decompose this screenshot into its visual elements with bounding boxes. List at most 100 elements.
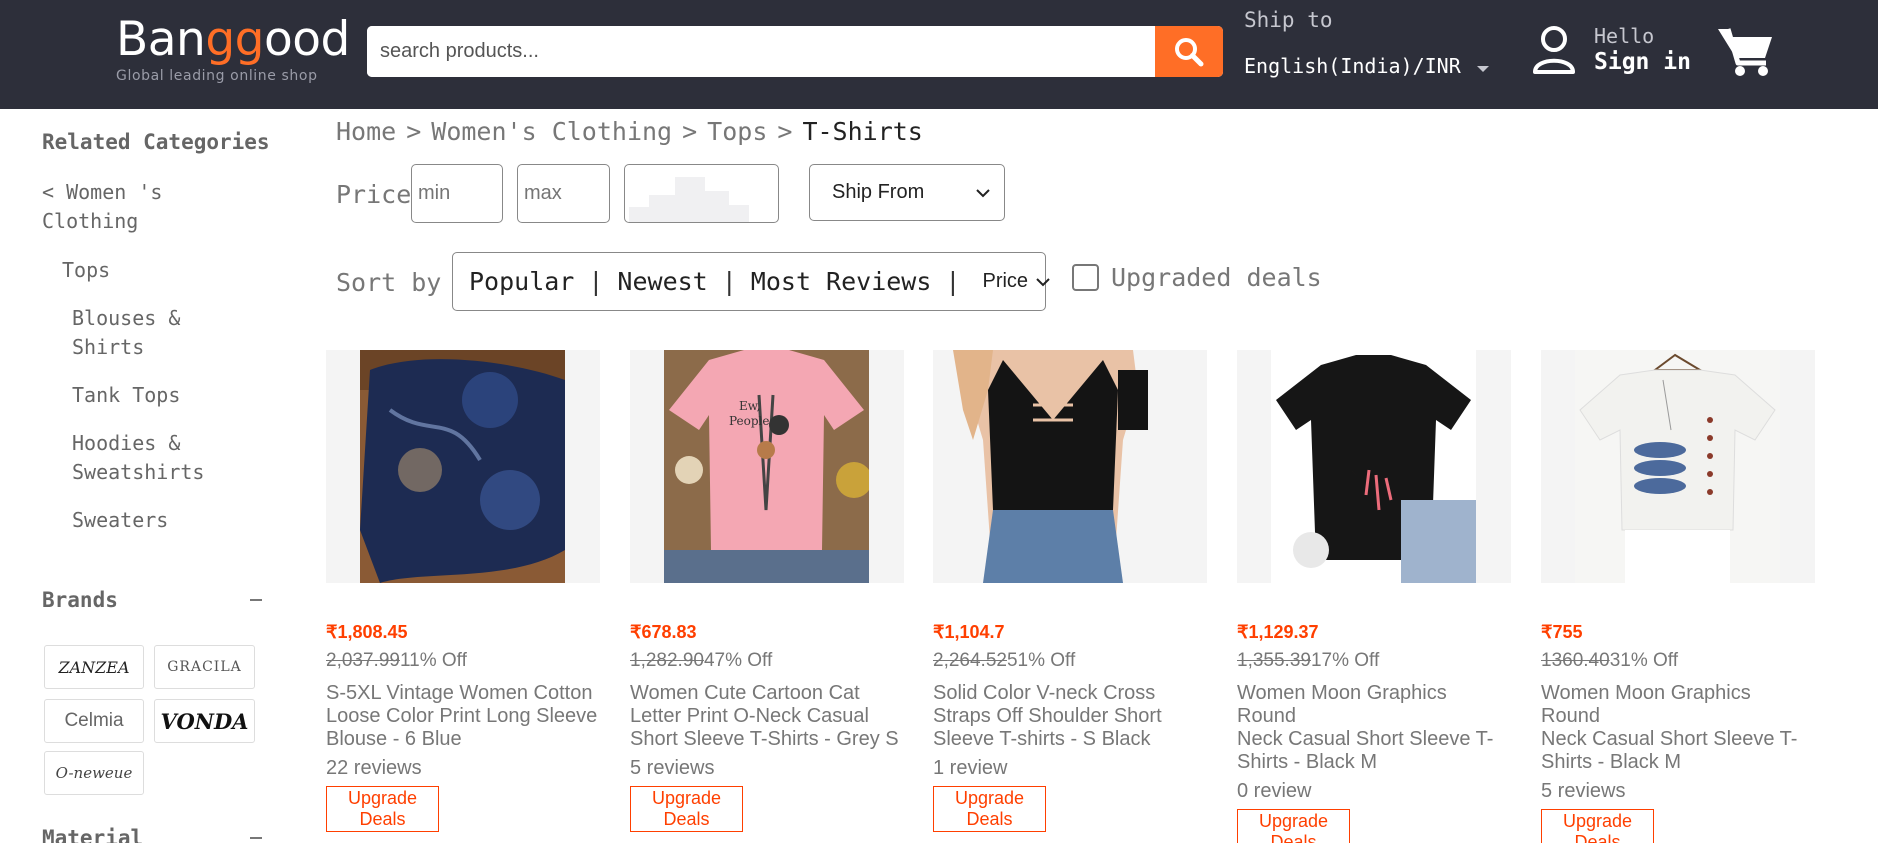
breadcrumb-home[interactable]: Home	[336, 117, 396, 146]
brand-gracila[interactable]: GRACILA	[154, 645, 255, 689]
sort-options: Popular | Newest | Most Reviews | Price	[452, 252, 1050, 311]
sort-price-select[interactable]: Price	[982, 270, 1050, 293]
product-reviews[interactable]: 0 review	[1237, 780, 1511, 803]
product-title-line: Loose Color Print Long Sleeve	[326, 705, 598, 727]
product-card[interactable]: ₹1,129.37 1,355.3917% Off Women Moon Gra…	[1237, 350, 1511, 843]
breadcrumb-tops[interactable]: Tops	[707, 117, 767, 146]
product-title-line: S-5XL Vintage Women Cotton	[326, 682, 593, 704]
upgrade-deals-line: Deals	[359, 809, 406, 829]
search-button[interactable]	[1155, 26, 1223, 77]
product-image[interactable]	[933, 350, 1207, 583]
sort-most-reviews[interactable]: Most Reviews	[751, 267, 932, 296]
price-histogram[interactable]	[624, 164, 779, 223]
product-image[interactable]: Ew, People	[630, 350, 904, 583]
sidebar-link-womens-clothing[interactable]: < Women 's Clothing	[42, 178, 272, 236]
brand-zanzea[interactable]: ZANZEA	[44, 645, 144, 689]
cart-button[interactable]	[1716, 25, 1774, 82]
product-image[interactable]	[1541, 350, 1815, 583]
sidebar-item-hoodies-sweatshirts[interactable]: Hoodies & Sweatshirts	[72, 429, 272, 487]
upgrade-deals-button[interactable]: Upgrade Deals	[630, 786, 743, 832]
product-price: ₹1,808.45	[326, 622, 408, 642]
product-reviews[interactable]: 5 reviews	[1541, 780, 1815, 803]
product-original-price: 2,264.52	[933, 650, 1007, 671]
product-image[interactable]	[1237, 350, 1511, 583]
brand-vonda[interactable]: VONDA	[154, 699, 255, 743]
breadcrumb-womens-clothing[interactable]: Women's Clothing	[431, 117, 672, 146]
upgrade-deals-button[interactable]: Upgrade Deals	[1237, 809, 1350, 843]
product-original-price: 1,282.90	[630, 650, 704, 671]
product-card[interactable]: ₹1,808.45 2,037.9911% Off S-5XL Vintage …	[326, 350, 600, 832]
sidebar-item-label: Hoodies &	[72, 431, 181, 455]
sort-by-label: Sort by	[336, 268, 442, 297]
upgrade-deals-line: Upgrade	[347, 788, 418, 808]
hello-label: Hello	[1594, 24, 1655, 48]
collapse-icon[interactable]	[250, 837, 262, 839]
svg-text:People: People	[729, 414, 769, 428]
svg-text:Ew,: Ew,	[739, 399, 760, 413]
product-title[interactable]: S-5XL Vintage Women Cotton Loose Color P…	[326, 682, 600, 751]
product-card[interactable]: ₹755 1360.4031% Off Women Moon Graphics …	[1541, 350, 1815, 843]
search-input[interactable]	[367, 26, 1155, 77]
chevron-down-icon	[976, 188, 990, 197]
upgraded-deals-filter[interactable]: Upgraded deals	[1072, 263, 1322, 292]
product-title-line: Short Sleeve T-Shirts - Grey S	[630, 728, 899, 750]
upgraded-deals-checkbox[interactable]	[1072, 264, 1099, 291]
product-original-price-row: 2,037.9911% Off	[326, 650, 600, 672]
sign-in-link[interactable]: Sign in	[1594, 49, 1691, 75]
upgrade-deals-button[interactable]: Upgrade Deals	[326, 786, 439, 832]
product-original-price: 1360.40	[1541, 650, 1610, 671]
sidebar-item-blouses-shirts[interactable]: Blouses & Shirts	[72, 304, 272, 362]
product-title[interactable]: Women Moon Graphics Round Neck Casual Sh…	[1541, 682, 1815, 774]
account-sign-in[interactable]: Hello Sign in	[1532, 24, 1691, 75]
product-original-price-row: 1,282.9047% Off	[630, 650, 904, 672]
upgrade-deals-button[interactable]: Upgrade Deals	[933, 786, 1046, 832]
sidebar-item-tank-tops[interactable]: Tank Tops	[72, 381, 272, 410]
price-label: Price	[336, 180, 412, 209]
collapse-icon[interactable]	[250, 599, 262, 601]
upgrade-deals-line: Deals	[1574, 832, 1621, 843]
sort-price-label: Price	[982, 270, 1029, 292]
product-reviews[interactable]: 22 reviews	[326, 757, 600, 780]
product-original-price-row: 2,264.5251% Off	[933, 650, 1207, 672]
product-reviews[interactable]: 1 review	[933, 757, 1207, 780]
product-photo	[933, 350, 1173, 583]
product-card[interactable]: Ew, People ₹678.83 1,282.9047% Off Women…	[630, 350, 904, 832]
sort-newest[interactable]: Newest	[617, 267, 707, 296]
brand-oneweue[interactable]: O-neweue	[44, 751, 144, 795]
sidebar-item-sweaters[interactable]: Sweaters	[72, 506, 272, 535]
cart-icon	[1718, 28, 1772, 76]
ship-from-select[interactable]: Ship From	[809, 164, 1005, 221]
upgrade-deals-line: Upgrade	[651, 788, 722, 808]
product-discount: 51% Off	[1006, 650, 1076, 671]
sidebar-link-line: Clothing	[42, 209, 139, 233]
brands-section-header[interactable]: Brands	[42, 588, 262, 612]
logo-wordmark: Banggood	[116, 12, 350, 67]
product-title[interactable]: Solid Color V-neck Cross Straps Off Shou…	[933, 682, 1207, 751]
product-card[interactable]: ₹1,104.7 2,264.5251% Off Solid Color V-n…	[933, 350, 1207, 832]
product-title-line: Letter Print O-Neck Casual	[630, 705, 869, 727]
product-title[interactable]: Women Moon Graphics Round Neck Casual Sh…	[1237, 682, 1511, 774]
sidebar-item-tops[interactable]: Tops	[62, 256, 272, 285]
sort-popular[interactable]: Popular	[469, 267, 574, 296]
chevron-down-icon	[1036, 277, 1050, 286]
sidebar-link-line: < Women 's	[42, 180, 163, 204]
price-min-input[interactable]	[411, 164, 503, 223]
product-discount: 11% Off	[399, 650, 467, 671]
histogram-icon	[629, 177, 749, 222]
material-section-header[interactable]: Material	[42, 826, 262, 843]
product-title-line: Blouse - 6 Blue	[326, 728, 462, 750]
upgrade-deals-line: Upgrade	[954, 788, 1025, 808]
upgrade-deals-button[interactable]: Upgrade Deals	[1541, 809, 1654, 843]
product-photo	[1575, 350, 1780, 583]
product-title[interactable]: Women Cute Cartoon Cat Letter Print O-Ne…	[630, 682, 904, 751]
brand-celmia[interactable]: Celmia	[44, 699, 144, 743]
product-title-line: Women Moon Graphics Round	[1541, 682, 1751, 727]
product-reviews[interactable]: 5 reviews	[630, 757, 904, 780]
price-max-input[interactable]	[517, 164, 610, 223]
breadcrumb-separator: >	[777, 117, 793, 146]
breadcrumb-separator: >	[406, 117, 422, 146]
site-logo[interactable]: Banggood Global leading online shop	[116, 12, 350, 85]
product-title-line: Shirts - Black M	[1541, 751, 1682, 773]
product-image[interactable]	[326, 350, 600, 583]
ship-to-selector[interactable]: Ship to English(India)/INR	[1244, 8, 1489, 78]
